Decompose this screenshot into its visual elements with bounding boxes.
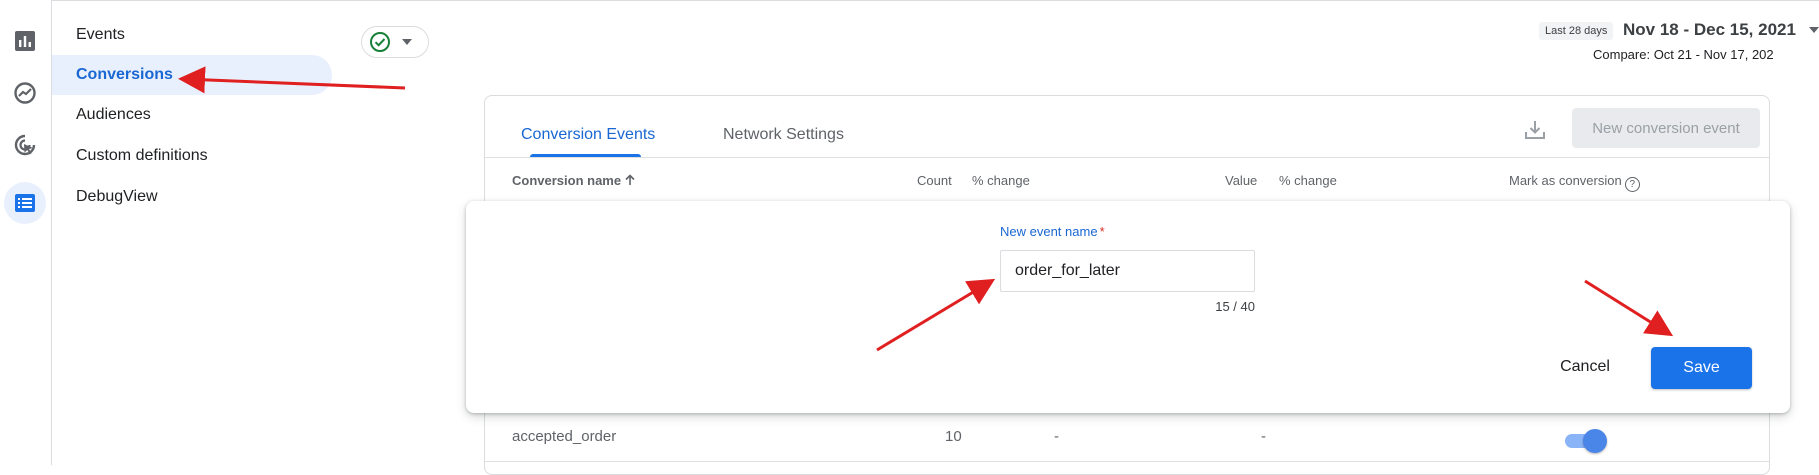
column-header-mark-as-conversion: Mark as conversion? — [1509, 173, 1640, 192]
date-range-text: Nov 18 - Dec 15, 2021 — [1623, 20, 1796, 39]
count-change-cell: - — [1054, 428, 1059, 445]
nav-item-events[interactable]: Events — [52, 15, 332, 55]
configure-nav-button[interactable] — [4, 182, 46, 224]
new-event-dialog: New event name* 15 / 40 Cancel Save — [466, 201, 1790, 413]
icon-rail — [0, 0, 52, 465]
top-divider — [0, 0, 1819, 1]
character-counter: 15 / 40 — [1215, 299, 1255, 314]
caret-down-icon — [402, 39, 412, 45]
explore-icon — [14, 82, 36, 104]
required-marker: * — [1099, 224, 1105, 239]
nav-item-debugview[interactable]: DebugView — [52, 177, 332, 217]
column-header-value-change[interactable]: % change — [1279, 173, 1337, 188]
row-divider — [485, 461, 1769, 462]
event-name-input[interactable] — [1000, 250, 1255, 292]
toggle-knob — [1583, 429, 1607, 453]
date-preset-chip: Last 28 days — [1539, 22, 1614, 40]
nav-item-label: Audiences — [76, 106, 151, 123]
count-cell: 10 — [945, 428, 962, 445]
event-name-cell: accepted_order — [512, 428, 617, 445]
date-range-picker[interactable]: Last 28 days Nov 18 - Dec 15, 2021 Compa… — [1539, 20, 1819, 70]
nav-item-label: DebugView — [76, 188, 158, 205]
download-icon — [1525, 121, 1545, 139]
reports-nav-button[interactable] — [4, 20, 46, 62]
event-name-label: New event name * — [1000, 224, 1105, 239]
column-header-count[interactable]: Count — [917, 173, 952, 188]
check-circle-icon — [370, 32, 390, 52]
data-status-dropdown[interactable] — [361, 26, 429, 58]
download-button[interactable] — [1519, 114, 1551, 146]
nav-item-conversions[interactable]: Conversions — [52, 55, 332, 95]
column-header-value[interactable]: Value — [1225, 173, 1257, 188]
bar-chart-icon — [15, 31, 35, 51]
tabs-divider — [485, 157, 1769, 158]
nav-item-label: Conversions — [76, 66, 173, 83]
column-header-count-change[interactable]: % change — [972, 173, 1030, 188]
save-button[interactable]: Save — [1651, 347, 1752, 389]
explore-nav-button[interactable] — [4, 72, 46, 114]
nav-item-audiences[interactable]: Audiences — [52, 95, 332, 135]
mark-as-conversion-toggle[interactable] — [1565, 429, 1607, 453]
value-change-cell: - — [1261, 428, 1266, 445]
nav-item-custom-definitions[interactable]: Custom definitions — [52, 136, 332, 176]
configure-icon — [15, 194, 35, 212]
advertising-nav-button[interactable] — [4, 124, 46, 166]
column-header-name[interactable]: Conversion name — [512, 173, 635, 188]
tab-network-settings[interactable]: Network Settings — [723, 126, 844, 144]
arrow-up-icon — [625, 174, 635, 185]
nav-item-label: Custom definitions — [76, 147, 208, 164]
tab-conversion-events[interactable]: Conversion Events — [521, 126, 655, 144]
compare-range-text: Compare: Oct 21 - Nov 17, 202 — [1593, 47, 1774, 62]
caret-down-icon — [1809, 27, 1819, 33]
new-conversion-event-button[interactable]: New conversion event — [1572, 108, 1760, 148]
cancel-button[interactable]: Cancel — [1536, 347, 1634, 387]
nav-item-label: Events — [76, 26, 125, 43]
help-icon[interactable]: ? — [1624, 177, 1640, 192]
advertising-icon — [14, 134, 36, 156]
